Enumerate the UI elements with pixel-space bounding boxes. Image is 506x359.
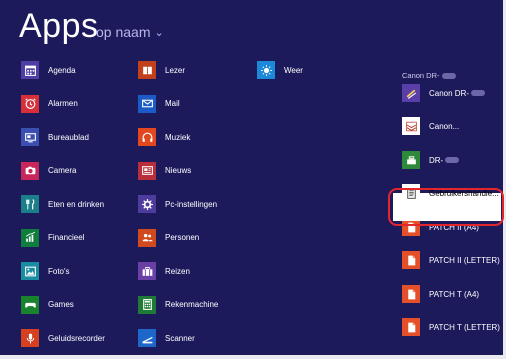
app-label: Agenda [48, 65, 76, 75]
window-edge [0, 355, 506, 359]
app-label: Personen [165, 233, 200, 242]
redacted-text [471, 90, 486, 96]
app-label: Muziek [165, 132, 191, 142]
redacted-text [441, 73, 456, 80]
app-tile-mail[interactable]: Mail [138, 94, 180, 114]
reader-icon [138, 61, 156, 79]
app-tile-patch-t-letter[interactable]: PATCH T (LETTER) [402, 317, 500, 337]
pdf-icon [402, 251, 420, 269]
app-tile-scanner[interactable]: Scanner [138, 328, 195, 348]
app-tile-eten-en-drinken[interactable]: Eten en drinken [21, 194, 104, 214]
fork-knife-icon [21, 195, 39, 213]
selection-outline [388, 188, 504, 226]
app-label: Pc-instellingen [165, 199, 218, 209]
app-tile-canon[interactable]: Canon... [402, 116, 459, 136]
app-tile-reizen[interactable]: Reizen [138, 261, 190, 281]
app-tile-alarmen[interactable]: Alarmen [21, 94, 78, 114]
app-tile-camera[interactable]: Camera [21, 161, 76, 181]
sun-icon [257, 61, 275, 79]
app-label: Camera [48, 166, 77, 175]
app-label: Foto's [48, 266, 70, 276]
app-tile-bureaublad[interactable]: Bureaublad [21, 127, 89, 147]
suitcase-icon [138, 262, 156, 280]
app-label: Lezer [165, 65, 186, 75]
app-label: PATCH T (A4) [429, 289, 480, 299]
app-label: Geluidsrecorder [48, 333, 105, 343]
sort-menu[interactable]: op naam ⌄ [96, 24, 164, 40]
scanner-icon [138, 329, 156, 347]
app-label: Weer [284, 65, 303, 75]
app-label: Rekenmachine [165, 300, 219, 309]
desktop-icon [21, 128, 39, 146]
app-label: DR- [429, 155, 444, 165]
mail-icon [138, 94, 156, 113]
group-header: Canon DR- [402, 71, 456, 80]
app-tile-financieel[interactable]: Financieel [21, 228, 84, 248]
app-tile-games[interactable]: Games [21, 295, 74, 315]
calendar-icon [21, 61, 39, 79]
microphone-icon [21, 329, 39, 347]
gear-icon [138, 195, 156, 213]
app-label: Canon DR- [429, 88, 470, 98]
photo-icon [21, 262, 39, 280]
scanner-app-icon [402, 84, 420, 102]
app-label: Reizen [165, 266, 190, 276]
app-tile-dr[interactable]: DR- [402, 150, 460, 170]
chart-icon [21, 228, 39, 247]
app-label: Mail [165, 99, 180, 108]
pdf-icon [402, 318, 420, 336]
chevron-down-icon: ⌄ [154, 26, 164, 39]
camera-icon [21, 161, 39, 180]
people-icon [138, 228, 156, 247]
sort-label: op naam [96, 24, 151, 40]
app-tile-patch-t-a4[interactable]: PATCH T (A4) [402, 284, 479, 304]
app-label: Financieel [48, 233, 85, 242]
gamepad-icon [21, 295, 39, 314]
app-tile-weer[interactable]: Weer [257, 60, 303, 80]
app-tile-canon-dr[interactable]: Canon DR- [402, 83, 486, 103]
document-stack-icon [402, 117, 420, 135]
page-title: Apps [19, 7, 99, 45]
app-tile-foto-s[interactable]: Foto's [21, 261, 70, 281]
app-tile-rekenmachine[interactable]: Rekenmachine [138, 295, 218, 315]
pdf-icon [402, 285, 420, 303]
app-tile-pc-instellingen[interactable]: Pc-instellingen [138, 194, 217, 214]
app-label: Canon... [429, 121, 460, 131]
app-label: PATCH II (LETTER) [429, 255, 500, 265]
app-tile-personen[interactable]: Personen [138, 228, 199, 248]
alarm-clock-icon [21, 94, 39, 113]
app-tile-patch-ii-letter[interactable]: PATCH II (LETTER) [402, 250, 500, 270]
app-tile-geluidsrecorder[interactable]: Geluidsrecorder [21, 328, 105, 348]
app-tile-agenda[interactable]: Agenda [21, 60, 76, 80]
app-label: Games [48, 300, 74, 309]
app-label: Alarmen [48, 99, 78, 108]
scanner-device-icon [402, 151, 420, 169]
app-label: Eten en drinken [48, 199, 105, 209]
headphones-icon [138, 128, 156, 146]
app-label: Nieuws [165, 166, 192, 175]
app-label: PATCH T (LETTER) [429, 322, 500, 332]
app-tile-lezer[interactable]: Lezer [138, 60, 185, 80]
app-label: Scanner [165, 333, 195, 343]
app-tile-nieuws[interactable]: Nieuws [138, 161, 191, 181]
app-tile-muziek[interactable]: Muziek [138, 127, 190, 147]
app-label: Bureaublad [48, 132, 89, 142]
redacted-text [445, 157, 460, 163]
news-icon [138, 161, 156, 180]
calculator-icon [138, 295, 156, 314]
